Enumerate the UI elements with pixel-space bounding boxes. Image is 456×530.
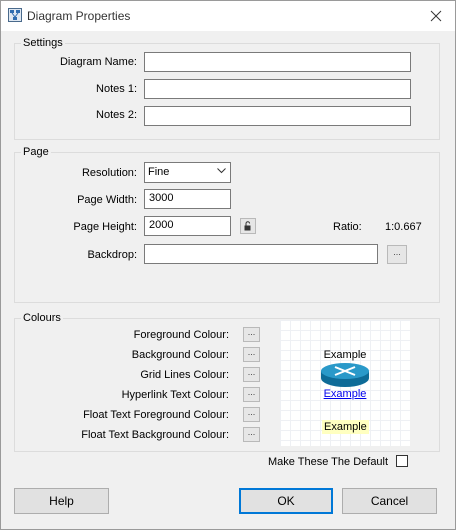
dialog-window: Diagram Properties Settings Diagram Name… — [0, 0, 456, 530]
notes2-label: Notes 2: — [96, 109, 137, 121]
background-colour-label: Background Colour: — [131, 349, 229, 361]
page-height-label: Page Height: — [73, 221, 137, 233]
make-default-checkbox[interactable] — [396, 455, 408, 467]
make-default-label: Make These The Default — [268, 456, 389, 468]
ratio-value: 1:0.667 — [385, 221, 422, 233]
colour-preview: Example Example Example — [280, 320, 410, 446]
foreground-colour-label: Foreground Colour: — [133, 329, 229, 341]
lock-icon — [244, 221, 251, 231]
settings-legend: Settings — [21, 37, 65, 49]
preview-float-text: Example — [322, 420, 369, 434]
hyperlink-text-colour-label: Hyperlink Text Colour: — [121, 389, 229, 401]
preview-device-label: Example — [323, 349, 367, 361]
page-legend: Page — [21, 146, 51, 158]
backdrop-label: Backdrop: — [87, 249, 137, 261]
float-text-foreground-colour-label: Float Text Foreground Colour: — [83, 409, 229, 421]
diagram-name-input[interactable] — [144, 52, 411, 72]
cancel-button[interactable]: Cancel — [342, 488, 437, 514]
backdrop-browse-button[interactable]: ... — [387, 245, 407, 264]
title-bar: Diagram Properties — [1, 1, 455, 31]
page-width-label: Page Width: — [77, 194, 137, 206]
chevron-down-icon — [217, 168, 226, 174]
help-button[interactable]: Help — [14, 488, 109, 514]
lock-ratio-button[interactable] — [240, 218, 256, 234]
resolution-label: Resolution: — [81, 167, 137, 179]
close-icon[interactable] — [427, 7, 445, 25]
page-width-input[interactable]: 3000 — [144, 189, 231, 209]
float-text-background-colour-button[interactable]: ... — [243, 427, 260, 442]
diagram-app-icon — [8, 8, 22, 22]
resolution-value: Fine — [148, 166, 170, 178]
notes1-label: Notes 1: — [96, 83, 137, 95]
notes1-input[interactable] — [144, 79, 411, 99]
router-icon — [321, 363, 369, 387]
diagram-name-label: Diagram Name: — [59, 56, 137, 68]
preview-hyperlink: Example — [323, 388, 367, 400]
resolution-dropdown[interactable]: Fine — [144, 162, 231, 183]
hyperlink-text-colour-button[interactable]: ... — [243, 387, 260, 402]
grid-lines-colour-label: Grid Lines Colour: — [140, 369, 229, 381]
page-height-input[interactable]: 2000 — [144, 216, 231, 236]
float-text-background-colour-label: Float Text Background Colour: — [81, 429, 229, 441]
grid-lines-colour-button[interactable]: ... — [243, 367, 260, 382]
background-colour-button[interactable]: ... — [243, 347, 260, 362]
notes2-input[interactable] — [144, 106, 411, 126]
float-text-foreground-colour-button[interactable]: ... — [243, 407, 260, 422]
window-title: Diagram Properties — [27, 9, 131, 23]
ratio-label: Ratio: — [333, 221, 362, 233]
backdrop-input[interactable] — [144, 244, 378, 264]
ok-button[interactable]: OK — [239, 488, 333, 514]
colours-legend: Colours — [21, 312, 63, 324]
foreground-colour-button[interactable]: ... — [243, 327, 260, 342]
